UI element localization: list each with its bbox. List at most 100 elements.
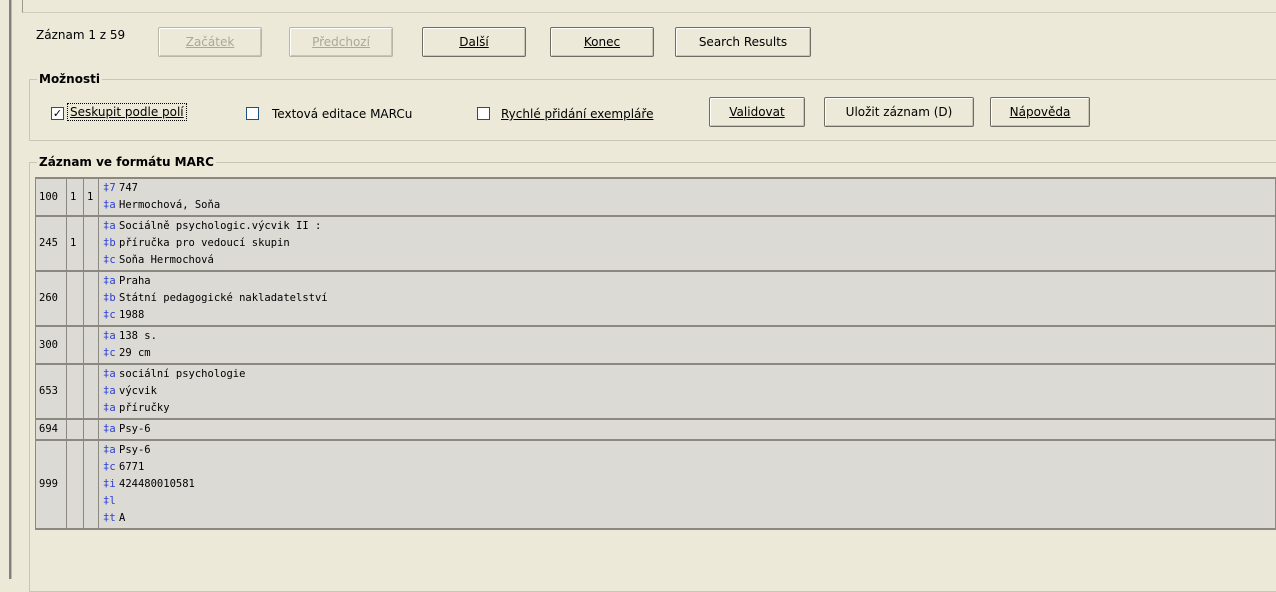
marc-indicator1-cell[interactable]	[66, 325, 84, 365]
marc-tag-cell[interactable]: 694	[35, 418, 67, 441]
text-edit-marc-checkbox[interactable]	[246, 107, 259, 120]
marc-subfields-cell[interactable]: ‡7 747 ‡a Hermochová, Soňa	[98, 177, 1276, 217]
marc-tag-cell[interactable]: 999	[35, 439, 67, 530]
marc-tag-cell[interactable]: 100	[35, 177, 67, 217]
marc-subfield: ‡l	[103, 493, 1272, 510]
subfield-value: 1988	[119, 309, 145, 321]
subfield-code: ‡b	[103, 292, 116, 304]
marc-indicator2-cell[interactable]: 1	[83, 177, 99, 217]
marc-record-table: 100 1 1 ‡7 747 ‡a Hermochová, Soňa 245 1 ‡a Sociál…	[35, 177, 1276, 530]
subfield-value: A	[119, 512, 126, 524]
subfield-value: Psy-6	[119, 444, 151, 456]
quick-add-item-checkbox[interactable]	[477, 107, 490, 120]
marc-subfields-cell[interactable]: ‡a Psy-6 ‡c 6771 ‡i 424480010581 ‡l ‡t A	[98, 439, 1276, 530]
checkmark-icon: ✓	[52, 107, 63, 120]
help-button[interactable]: Nápověda	[990, 97, 1090, 127]
marc-indicator2-cell[interactable]	[83, 418, 99, 441]
marc-field-row: 653 ‡a sociální psychologie ‡a výcvik ‡a příru…	[35, 363, 1276, 420]
marc-indicator1-cell[interactable]: 1	[66, 177, 84, 217]
marc-subfield: ‡b příručka pro vedoucí skupin	[103, 235, 1272, 252]
marc-field-row: 245 1 ‡a Sociálně psychologic.výcvik II : ‡b…	[35, 215, 1276, 272]
marc-tag-cell[interactable]: 300	[35, 325, 67, 365]
subfield-value: Soňa Hermochová	[119, 254, 214, 266]
subfield-code: ‡t	[103, 512, 116, 524]
group-by-fields-checkbox[interactable]: ✓	[51, 107, 64, 120]
subfield-code: ‡a	[103, 275, 116, 287]
marc-indicator2-cell[interactable]	[83, 363, 99, 420]
marc-subfield: ‡a 138 s.	[103, 328, 1272, 345]
subfield-value: sociální psychologie	[119, 368, 246, 380]
text-edit-marc-label[interactable]: Textová editace MARCu	[272, 107, 412, 121]
marc-subfields-cell[interactable]: ‡a Praha ‡b Státní pedagogické nakladatelst…	[98, 270, 1276, 327]
subfield-code: ‡c	[103, 347, 116, 359]
subfield-code: ‡a	[103, 199, 116, 211]
subfield-code: ‡i	[103, 478, 116, 490]
subfield-value: 6771	[119, 461, 145, 473]
marc-subfield: ‡a Psy-6	[103, 442, 1272, 459]
record-position-label: Záznam 1 z 59	[36, 28, 126, 42]
subfield-code: ‡l	[103, 495, 116, 507]
subfield-code: ‡a	[103, 423, 116, 435]
marc-subfield: ‡t A	[103, 510, 1272, 527]
marc-subfield: ‡b Státní pedagogické nakladatelství	[103, 290, 1272, 307]
group-by-fields-label[interactable]: Seskupit podle polí	[67, 103, 187, 121]
subfield-code: ‡a	[103, 385, 116, 397]
marc-subfield: ‡a sociální psychologie	[103, 366, 1272, 383]
marc-subfields-cell[interactable]: ‡a sociální psychologie ‡a výcvik ‡a příručky	[98, 363, 1276, 420]
subfield-value: Hermochová, Soňa	[119, 199, 221, 211]
marc-indicator1-cell[interactable]	[66, 270, 84, 327]
subfield-value: Praha	[119, 275, 151, 287]
marc-indicator2-cell[interactable]	[83, 325, 99, 365]
subfield-value: 747	[119, 182, 138, 194]
subfield-value: 29 cm	[119, 347, 151, 359]
marc-indicator1-cell[interactable]	[66, 363, 84, 420]
marc-tag-cell[interactable]: 245	[35, 215, 67, 272]
marc-subfield: ‡a Hermochová, Soňa	[103, 197, 1272, 214]
subfield-value: 424480010581	[119, 478, 195, 490]
marc-subfield: ‡c 1988	[103, 307, 1272, 324]
search-results-button[interactable]: Search Results	[675, 27, 811, 57]
subfield-code: ‡b	[103, 237, 116, 249]
subfield-value: výcvik	[119, 385, 157, 397]
marc-indicator1-cell[interactable]	[66, 439, 84, 530]
subfield-code: ‡a	[103, 330, 116, 342]
previous-record-button[interactable]: Předchozí	[289, 27, 393, 57]
marc-indicator1-cell[interactable]: 1	[66, 215, 84, 272]
marc-indicator2-cell[interactable]	[83, 439, 99, 530]
marc-subfield: ‡a Psy-6	[103, 421, 1272, 438]
marc-field-row: 999 ‡a Psy-6 ‡c 6771 ‡i 424480010581 ‡l ‡t A	[35, 439, 1276, 530]
subfield-value: příručka pro vedoucí skupin	[119, 237, 290, 249]
marc-subfield: ‡i 424480010581	[103, 476, 1272, 493]
first-record-button[interactable]: Začátek	[158, 27, 262, 57]
marc-subfield: ‡c Soňa Hermochová	[103, 252, 1272, 269]
subfield-code: ‡c	[103, 254, 116, 266]
quick-add-item-label[interactable]: Rychlé přidání exempláře	[501, 107, 653, 121]
subfield-value: Sociálně psychologic.výcvik II :	[119, 220, 322, 232]
next-record-button[interactable]: Další	[422, 27, 526, 57]
validate-button[interactable]: Validovat	[709, 97, 805, 127]
subfield-code: ‡c	[103, 309, 116, 321]
marc-tag-cell[interactable]: 260	[35, 270, 67, 327]
marc-indicator1-cell[interactable]	[66, 418, 84, 441]
marc-subfield: ‡a příručky	[103, 400, 1272, 417]
marc-subfields-cell[interactable]: ‡a 138 s. ‡c 29 cm	[98, 325, 1276, 365]
save-record-button[interactable]: Uložit záznam (D)	[824, 97, 974, 127]
marc-subfields-cell[interactable]: ‡a Sociálně psychologic.výcvik II : ‡b přír…	[98, 215, 1276, 272]
marc-field-row: 260 ‡a Praha ‡b Státní pedagogické nakladate…	[35, 270, 1276, 327]
top-panel-edge	[22, 0, 1276, 13]
last-record-button[interactable]: Konec	[550, 27, 654, 57]
marc-tag-cell[interactable]: 653	[35, 363, 67, 420]
marc-subfield: ‡a výcvik	[103, 383, 1272, 400]
subfield-value: Státní pedagogické nakladatelství	[119, 292, 328, 304]
marc-indicator2-cell[interactable]	[83, 215, 99, 272]
options-legend: Možnosti	[37, 72, 102, 86]
subfield-code: ‡a	[103, 402, 116, 414]
subfield-code: ‡a	[103, 220, 116, 232]
subfield-value: Psy-6	[119, 423, 151, 435]
marc-subfields-cell[interactable]: ‡a Psy-6	[98, 418, 1276, 441]
marc-subfield: ‡a Sociálně psychologic.výcvik II :	[103, 218, 1272, 235]
marc-field-row: 100 1 1 ‡7 747 ‡a Hermochová, Soňa	[35, 177, 1276, 217]
subfield-code: ‡c	[103, 461, 116, 473]
left-edge-bar	[0, 0, 12, 579]
marc-indicator2-cell[interactable]	[83, 270, 99, 327]
